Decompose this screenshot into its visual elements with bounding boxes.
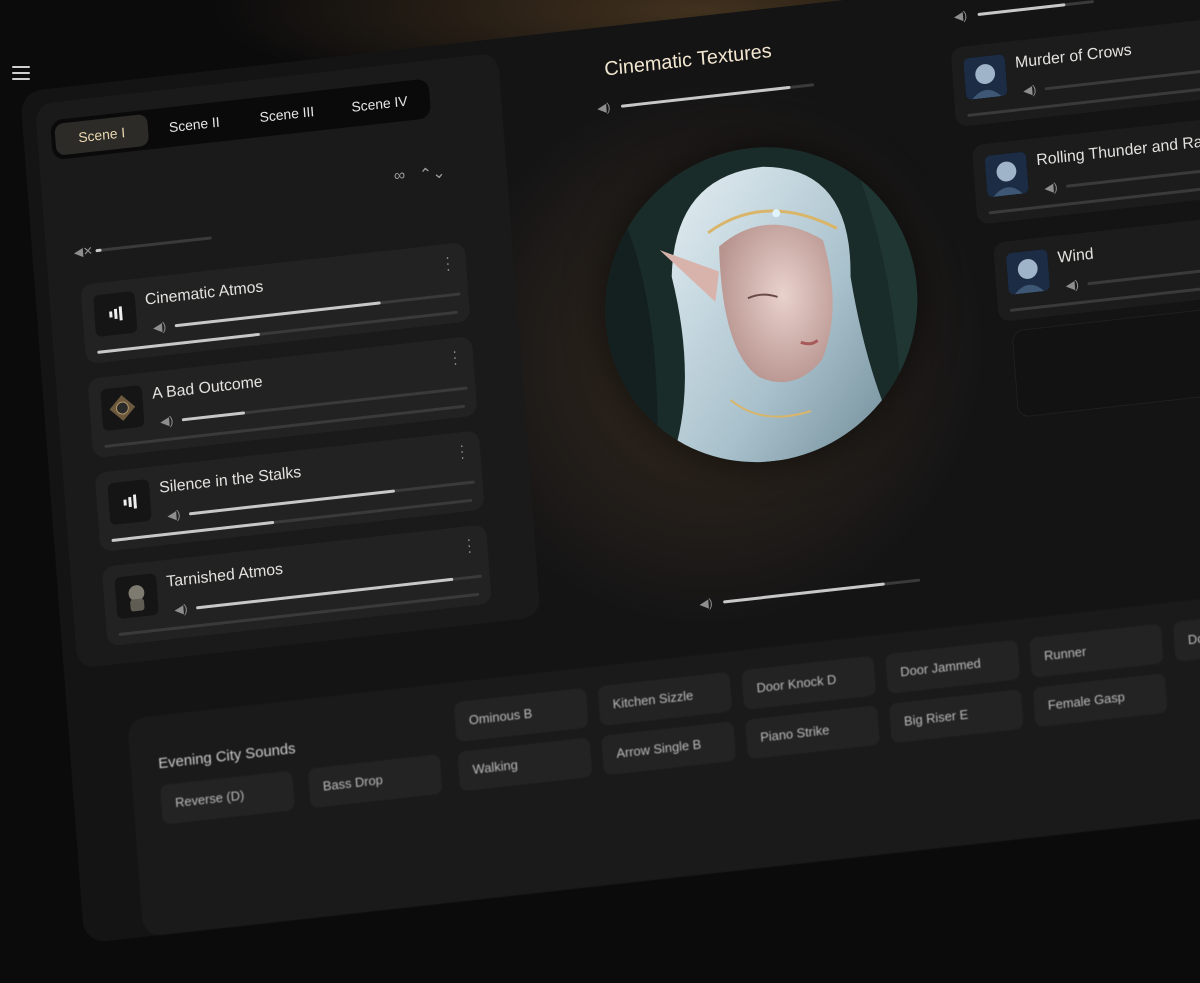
tab-scene-4[interactable]: Scene IV: [332, 83, 427, 125]
sound-pad[interactable]: Piano Strike: [745, 705, 881, 760]
tab-scene-1[interactable]: Scene I: [54, 113, 150, 156]
ornament-icon: [100, 384, 145, 432]
track-title: Rolling Thunder and Rain: [1035, 132, 1200, 170]
track-card[interactable]: Murder of Crows ◀): [950, 6, 1200, 128]
tab-scene-2[interactable]: Scene II: [147, 103, 242, 145]
sound-pad[interactable]: Arrow Single B: [601, 721, 737, 776]
track-artwork-icon: [1005, 248, 1051, 296]
track-title: Cinematic Atmos: [144, 278, 264, 309]
track-title: Tarnished Atmos: [165, 560, 284, 591]
speaker-icon[interactable]: ◀): [167, 507, 182, 522]
sound-pad[interactable]: Reverse (D): [159, 770, 295, 825]
bars-icon: [93, 290, 138, 338]
sound-pad[interactable]: Walking: [457, 737, 593, 792]
speaker-icon[interactable]: ◀): [597, 100, 612, 115]
sound-pad[interactable]: Female Gasp: [1032, 673, 1168, 728]
speaker-icon[interactable]: ◀): [1065, 277, 1080, 292]
sound-pad[interactable]: Kitchen Sizzle: [597, 671, 733, 727]
speaker-icon[interactable]: ◀): [1044, 180, 1059, 195]
more-options-icon[interactable]: · · ·: [459, 437, 466, 465]
more-options-icon[interactable]: · · ·: [466, 531, 473, 559]
sound-pad[interactable]: Door Jammed: [885, 639, 1021, 694]
chevron-updown-icon[interactable]: ⌃⌄: [418, 162, 446, 185]
right-volume-slider[interactable]: [977, 0, 1094, 16]
sound-pad[interactable]: Ominous B: [453, 687, 589, 743]
mute-icon[interactable]: ◀✕: [73, 244, 93, 260]
speaker-icon[interactable]: ◀): [1023, 82, 1038, 97]
track-title: Murder of Crows: [1014, 41, 1133, 72]
sound-pad[interactable]: Door Knock D: [741, 655, 877, 710]
more-options-icon[interactable]: · · ·: [444, 249, 451, 277]
bars-icon: [107, 478, 152, 526]
track-title: Silence in the Stalks: [158, 464, 302, 497]
infinity-icon[interactable]: ∞: [393, 167, 406, 188]
speaker-icon[interactable]: ◀): [160, 413, 175, 428]
right-master-volume: ◀): [953, 0, 1094, 24]
statue-icon: [114, 573, 159, 620]
speaker-icon[interactable]: ◀): [174, 601, 189, 616]
sound-pad[interactable]: Door L: [1172, 607, 1200, 662]
track-card[interactable]: Rolling Thunder and Rain ◀): [971, 103, 1200, 225]
right-tracks-column: ◀) Murder of Crows ◀) Rolling Thunder and …: [946, 0, 1200, 543]
sound-pad[interactable]: Runner: [1028, 623, 1164, 678]
track-artwork-icon: [963, 53, 1008, 101]
track-artwork-icon: [984, 151, 1029, 198]
soundboard-title: Evening City Sounds: [157, 740, 297, 773]
track-title: A Bad Outcome: [151, 373, 264, 403]
tab-scene-3[interactable]: Scene III: [239, 93, 334, 135]
speaker-icon[interactable]: ◀): [153, 319, 168, 334]
track-volume-slider[interactable]: [1087, 249, 1200, 285]
speaker-icon[interactable]: ◀): [953, 8, 968, 23]
more-options-icon[interactable]: · · ·: [452, 343, 459, 371]
sound-pad[interactable]: Bass Drop: [307, 753, 443, 809]
track-title: Wind: [1057, 245, 1095, 267]
menu-icon[interactable]: [12, 66, 30, 82]
speaker-icon[interactable]: ◀): [699, 596, 714, 611]
app-window: Scene I Scene II Scene III Scene IV ∞ ⌃⌄…: [20, 0, 1200, 983]
sound-pad[interactable]: Big Riser E: [888, 689, 1024, 744]
